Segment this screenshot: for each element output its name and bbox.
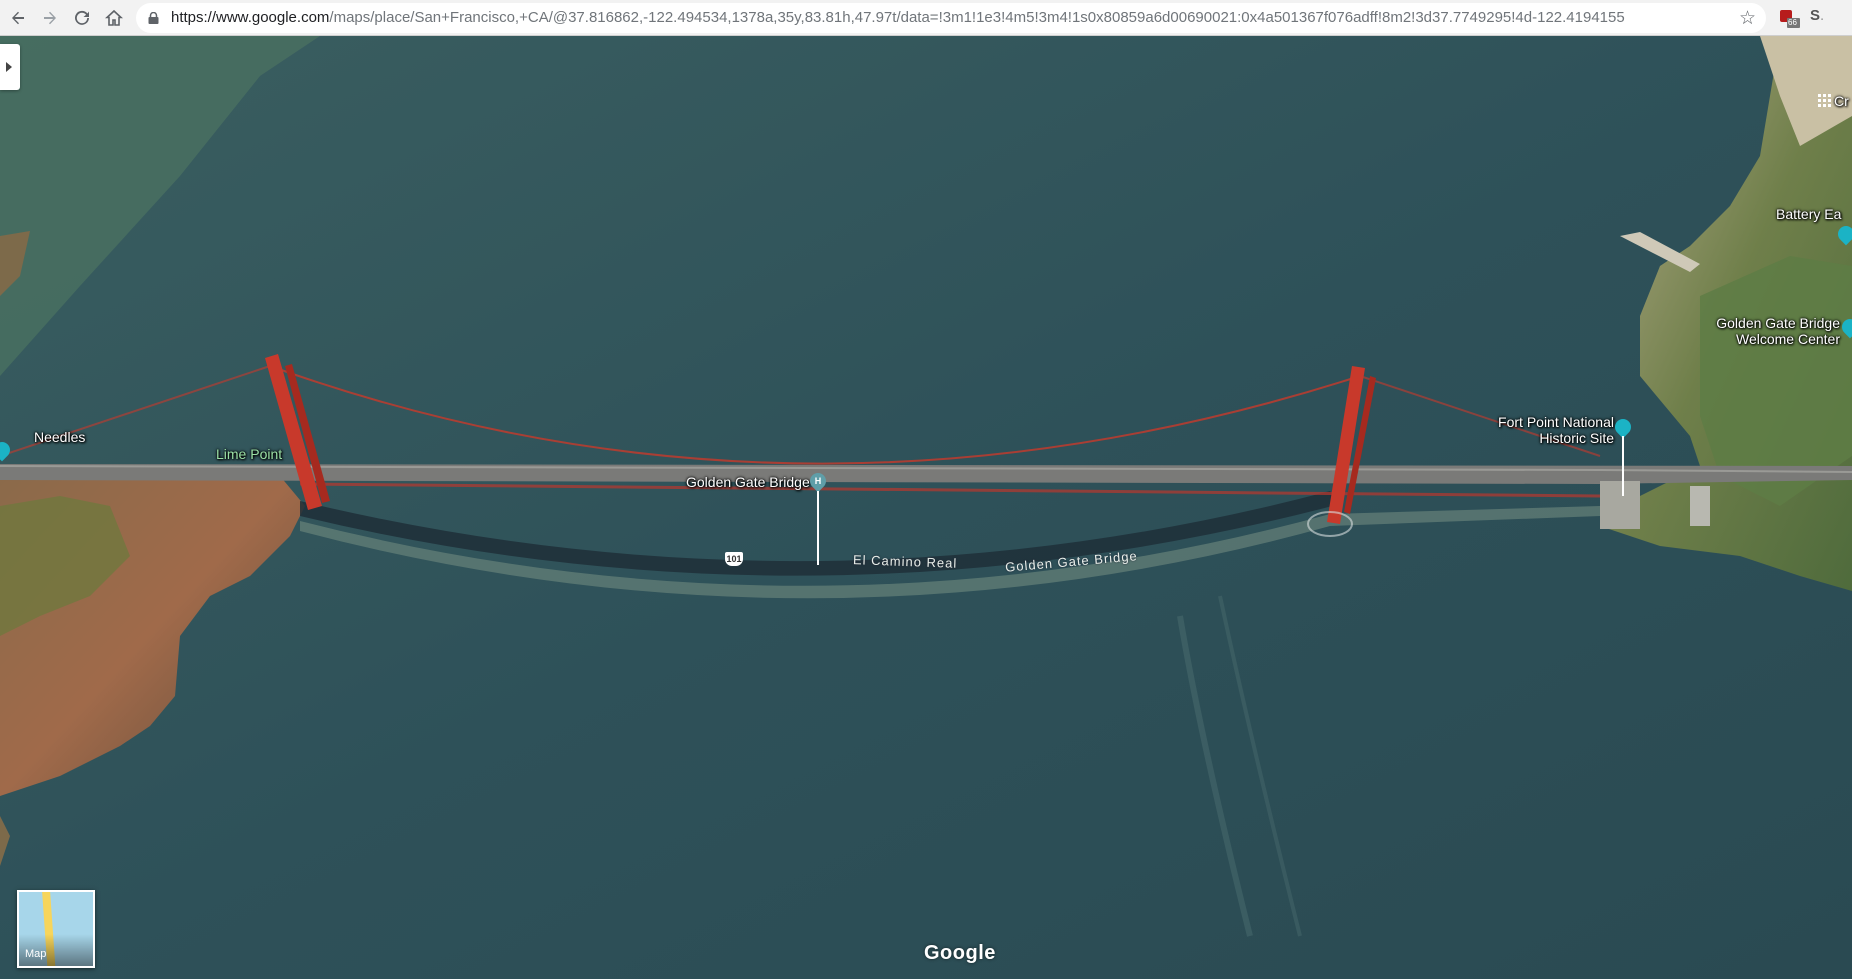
label-lime-point[interactable]: Lime Point <box>216 446 282 462</box>
google-logo: Google <box>924 942 996 964</box>
lock-icon <box>148 12 159 24</box>
profile-initial: S <box>1810 7 1821 24</box>
back-icon[interactable] <box>6 6 30 30</box>
home-icon[interactable] <box>102 6 126 30</box>
label-needles[interactable]: Needles <box>34 429 85 445</box>
browser-toolbar: https://www.google.com/maps/place/San+Fr… <box>0 0 1852 36</box>
fort-point-pin-line <box>1622 436 1624 496</box>
label-fort-point-line1: Fort Point National <box>1498 414 1614 430</box>
url-host: https://www.google.com <box>171 9 330 26</box>
label-cr[interactable]: Cr <box>1834 93 1849 109</box>
label-battery[interactable]: Battery Ea <box>1776 206 1841 222</box>
layer-tile-label: Map <box>25 948 47 960</box>
landmark-icon: H <box>814 476 822 486</box>
map-layer-toggle[interactable]: Map <box>17 890 95 968</box>
label-welcome-center[interactable]: Golden Gate Bridge Welcome Center <box>1712 315 1840 347</box>
extension-icon[interactable]: 66 <box>1778 7 1800 29</box>
satellite-map[interactable]: Cr Needles Lime Point Golden Gate Bridge… <box>0 36 1852 979</box>
apps-icon[interactable] <box>1818 94 1832 108</box>
url-text: https://www.google.com/maps/place/San+Fr… <box>171 9 1625 26</box>
reload-icon[interactable] <box>70 6 94 30</box>
star-icon[interactable]: ☆ <box>1739 7 1756 30</box>
extension-badge: 66 <box>1788 18 1797 27</box>
profile-button[interactable]: S. <box>1810 7 1832 29</box>
label-welcome-center-line2: Welcome Center <box>1735 331 1840 347</box>
route-101-shield[interactable]: 101 <box>725 552 743 566</box>
side-panel-toggle[interactable] <box>0 44 20 90</box>
url-path: /maps/place/San+Francisco,+CA/@37.816862… <box>329 9 1625 26</box>
bridge-landmark-pin[interactable]: H <box>806 469 830 493</box>
satellite-imagery <box>0 36 1852 979</box>
forward-icon[interactable] <box>38 6 62 30</box>
label-fort-point[interactable]: Fort Point National Historic Site <box>1494 414 1614 446</box>
label-fort-point-line2: Historic Site <box>1539 430 1614 446</box>
chevron-right-icon <box>6 62 12 72</box>
label-golden-gate-bridge[interactable]: Golden Gate Bridge <box>686 474 810 490</box>
bridge-pin-line <box>817 491 819 565</box>
label-welcome-center-line1: Golden Gate Bridge <box>1716 315 1840 331</box>
address-bar[interactable]: https://www.google.com/maps/place/San+Fr… <box>136 3 1766 33</box>
